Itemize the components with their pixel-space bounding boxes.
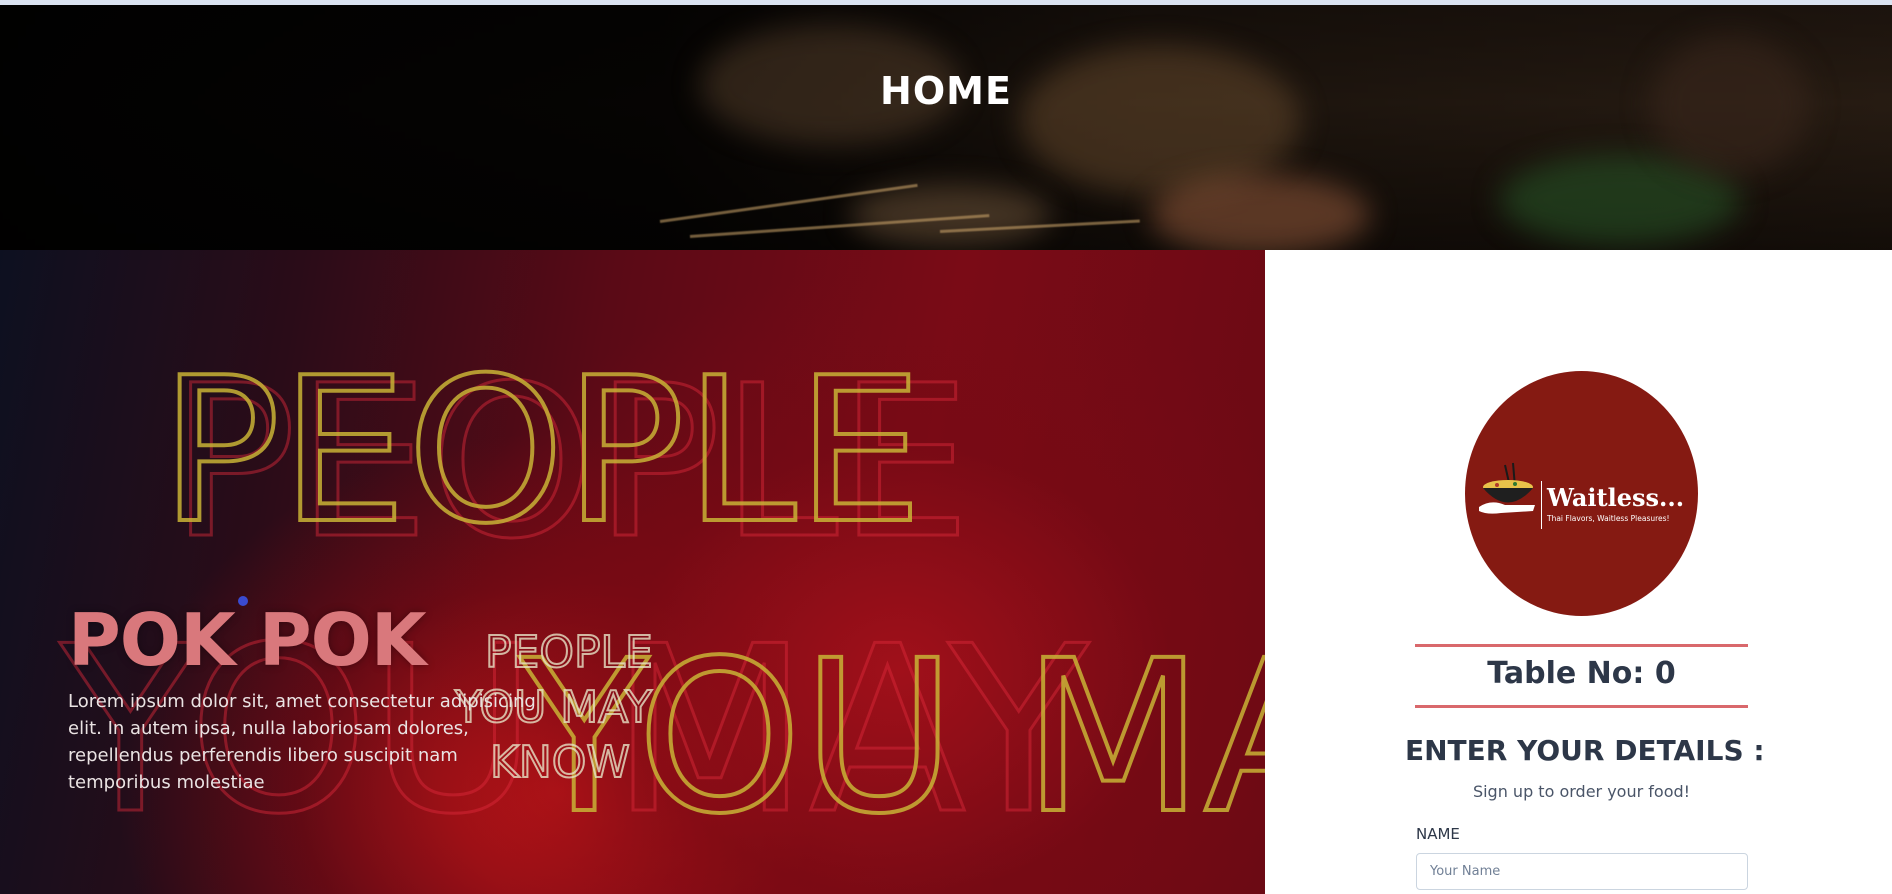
logo-tagline: Thai Flavors, Waitless Pleasures! bbox=[1547, 514, 1670, 523]
signup-panel: Waitless... Thai Flavors, Waitless Pleas… bbox=[1265, 250, 1892, 894]
restaurant-name: POK POK bbox=[68, 598, 427, 682]
divider-line bbox=[1415, 644, 1748, 647]
details-subheading: Sign up to order your food! bbox=[1472, 782, 1691, 801]
neon-sign-small-line: PEOPLE bbox=[485, 627, 653, 678]
name-input[interactable] bbox=[1416, 853, 1748, 890]
table-number: Table No: 0 bbox=[1487, 656, 1676, 691]
brand-logo: Waitless... Thai Flavors, Waitless Pleas… bbox=[1465, 371, 1698, 616]
neon-sign-line: PEOPLE bbox=[160, 335, 923, 568]
noodle-bowl-icon bbox=[1479, 462, 1535, 514]
logo-wordmark: Waitless... bbox=[1547, 483, 1685, 512]
neon-sign-background: PEOPLE PEOPLE YOU MAY YOU MAY PEOPLE YOU… bbox=[58, 333, 1266, 867]
promo-panel: PEOPLE PEOPLE YOU MAY YOU MAY PEOPLE YOU… bbox=[0, 250, 1265, 894]
hero-bokeh bbox=[850, 185, 1050, 245]
hero-bokeh bbox=[1020, 45, 1300, 195]
name-label: NAME bbox=[1416, 825, 1460, 843]
hero-bokeh bbox=[1150, 175, 1370, 250]
divider-line bbox=[1415, 705, 1748, 708]
logo-divider bbox=[1541, 481, 1542, 529]
details-heading: ENTER YOUR DETAILS : bbox=[1405, 734, 1765, 767]
page-title: HOME bbox=[880, 69, 1012, 113]
restaurant-description: Lorem ipsum dolor sit, amet consectetur … bbox=[68, 691, 536, 793]
hero-banner: HOME bbox=[0, 5, 1892, 250]
